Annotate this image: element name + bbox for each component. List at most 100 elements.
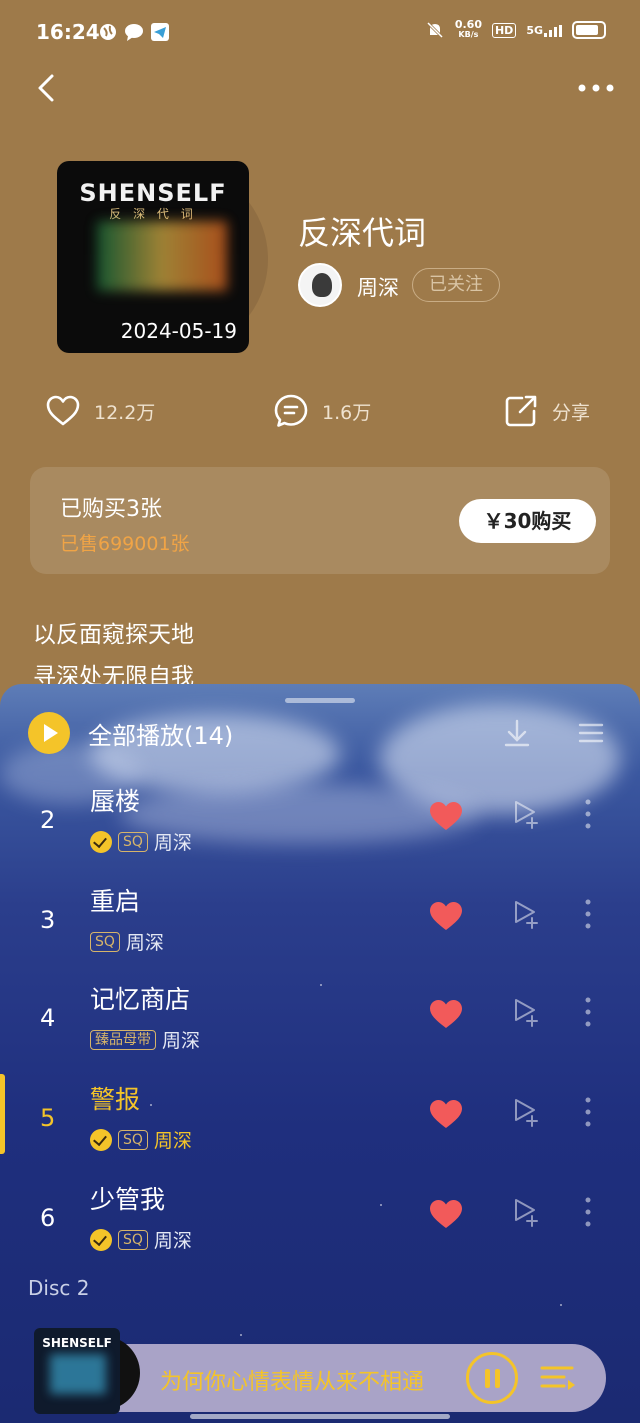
add-to-playlist-icon[interactable]	[510, 1196, 542, 1228]
playlist-queue-icon[interactable]	[538, 1358, 578, 1398]
heart-outline-icon	[46, 395, 80, 426]
message-icon	[125, 24, 143, 41]
like-action[interactable]: 12.2万	[44, 392, 155, 430]
sheet-drag-handle[interactable]	[285, 698, 355, 703]
track-number: 2	[40, 806, 56, 834]
track-meta: 臻品母带 周深	[90, 1026, 200, 1053]
vip-badge-icon	[90, 830, 112, 853]
purchase-card: 已购买3张 已售699001张 ￥30购买	[30, 467, 610, 574]
mini-cover-artwork	[50, 1354, 106, 1394]
track-number: 3	[40, 906, 56, 934]
track-row[interactable]: 2 蜃楼 SQ 周深	[0, 778, 640, 874]
more-vertical-icon[interactable]	[580, 1094, 596, 1130]
follow-button[interactable]: 已关注	[412, 268, 500, 302]
heart-filled-icon[interactable]	[428, 798, 464, 834]
sold-count: 已售699001张	[60, 533, 190, 555]
more-vertical-icon[interactable]	[580, 1194, 596, 1230]
artist-name[interactable]: 周深	[357, 272, 399, 302]
track-artist: 周深	[162, 1030, 201, 1052]
heart-filled-icon[interactable]	[428, 898, 464, 934]
track-title: 蜃楼	[90, 787, 141, 816]
description-line: 以反面窥探天地	[33, 622, 194, 648]
comment-count: 1.6万	[322, 401, 372, 424]
cover-artwork	[97, 221, 227, 291]
back-arrow-icon[interactable]	[28, 68, 68, 108]
add-to-playlist-icon[interactable]	[510, 898, 542, 930]
track-artist: 周深	[153, 1230, 192, 1252]
play-all-button[interactable]	[28, 712, 70, 754]
net-speed: 0.60 KB/s	[454, 18, 482, 39]
quality-tag: SQ	[118, 1229, 148, 1250]
track-row[interactable]: 6 少管我 SQ 周深	[0, 1176, 640, 1272]
album-header	[0, 0, 640, 720]
track-row[interactable]: 3 重启 SQ 周深	[0, 878, 640, 974]
track-artist: 周深	[153, 832, 192, 854]
quality-tag: SQ	[118, 1129, 148, 1150]
vip-badge-icon	[90, 1128, 112, 1151]
release-date: 2024-05-19	[120, 319, 237, 343]
mute-bell-icon	[426, 21, 443, 39]
comment-icon	[274, 394, 308, 427]
globe-icon	[100, 24, 116, 40]
track-meta: SQ 周深	[90, 828, 192, 855]
quality-tag: SQ	[118, 831, 148, 852]
status-bar: 16:24 0.60 KB/s HD 5G	[0, 0, 640, 62]
vip-badge-icon	[90, 1228, 112, 1251]
track-row[interactable]: 4 记忆商店臻品母带 周深	[0, 976, 640, 1072]
add-to-playlist-icon[interactable]	[510, 1096, 542, 1128]
more-dots-icon[interactable]	[576, 78, 616, 98]
quality-tag: 臻品母带	[90, 1029, 156, 1050]
cover-title: SHENSELF	[79, 179, 227, 207]
status-time: 16:24	[36, 20, 100, 44]
track-list-sheet[interactable]: 全部播放(14) 2 蜃楼 SQ 周深 3 重启 SQ 周深 4 记忆商店 臻品母带 周深 5 警报 SQ 周…	[0, 684, 640, 1423]
disc-label: Disc 2	[28, 1276, 90, 1300]
artist-avatar[interactable]	[298, 263, 342, 307]
more-vertical-icon[interactable]	[580, 994, 596, 1030]
more-vertical-icon[interactable]	[580, 896, 596, 932]
mini-player-cover[interactable]: SHENSELF	[34, 1328, 120, 1414]
multi-select-icon[interactable]	[574, 716, 608, 750]
track-number: 5	[40, 1104, 56, 1132]
track-artist: 周深	[125, 932, 164, 954]
telegram-icon	[151, 23, 169, 41]
album-cover[interactable]: SHENSELF 反 深 代 词 2024-05-19	[57, 161, 249, 353]
bg-star	[240, 1334, 242, 1336]
battery-icon	[572, 21, 606, 39]
share-label: 分享	[552, 401, 591, 424]
play-all-label[interactable]: 全部播放(14)	[88, 716, 233, 751]
pause-icon[interactable]	[466, 1352, 518, 1404]
track-title: 警报	[90, 1085, 141, 1114]
quality-tag: SQ	[90, 931, 120, 952]
download-icon[interactable]	[500, 716, 534, 750]
track-title: 记忆商店	[90, 985, 191, 1014]
mini-cover-title: SHENSELF	[42, 1336, 112, 1350]
track-artist: 周深	[153, 1130, 192, 1152]
heart-filled-icon[interactable]	[428, 1096, 464, 1132]
heart-filled-icon[interactable]	[428, 1196, 464, 1232]
buy-button[interactable]: ￥30购买	[459, 499, 596, 543]
signal-bars-icon	[544, 24, 562, 37]
signal-indicator: 5G	[526, 24, 562, 37]
hd-badge: HD	[491, 22, 517, 38]
track-number: 4	[40, 1004, 56, 1032]
track-number: 6	[40, 1204, 56, 1232]
mini-player-lyric[interactable]: 为何你心情表情从来不相通	[160, 1364, 424, 1396]
track-meta: SQ 周深	[90, 928, 164, 955]
share-icon	[505, 395, 537, 427]
heart-filled-icon[interactable]	[428, 996, 464, 1032]
add-to-playlist-icon[interactable]	[510, 996, 542, 1028]
like-count: 12.2万	[94, 401, 156, 424]
share-action[interactable]: 分享	[502, 392, 590, 430]
album-title: 反深代词	[298, 214, 427, 252]
track-title: 少管我	[90, 1185, 166, 1214]
track-meta: SQ 周深	[90, 1226, 192, 1253]
more-vertical-icon[interactable]	[580, 796, 596, 832]
comment-action[interactable]: 1.6万	[272, 392, 371, 430]
track-row[interactable]: 5 警报 SQ 周深	[0, 1076, 640, 1172]
bg-star	[560, 1304, 562, 1306]
home-indicator	[190, 1414, 450, 1419]
add-to-playlist-icon[interactable]	[510, 798, 542, 830]
cover-subtitle: 反 深 代 词	[109, 207, 197, 221]
track-title: 重启	[90, 887, 141, 916]
bought-count: 已购买3张	[60, 497, 162, 522]
